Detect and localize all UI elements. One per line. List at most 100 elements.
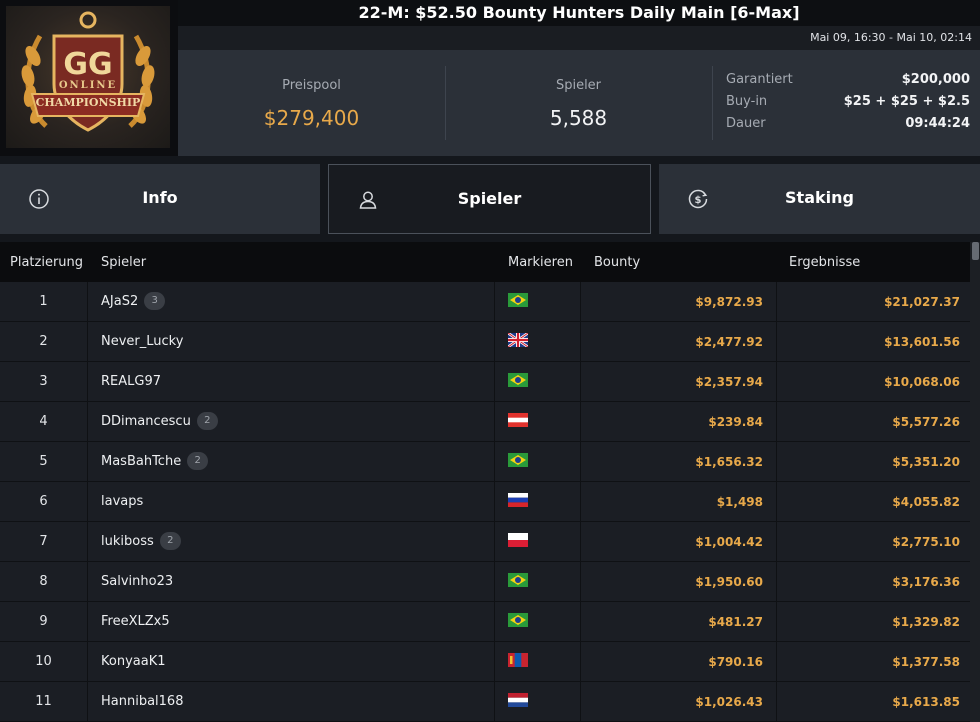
- row-place: 5: [0, 442, 88, 482]
- ggpoker-championship-logo: GG ONLINE CHAMPIONSHIP: [0, 0, 178, 156]
- logo-championship-text: CHAMPIONSHIP: [35, 96, 141, 109]
- row-player-name: REALG97: [101, 374, 161, 389]
- mongolia-flag-icon: [508, 653, 528, 667]
- row-player-name: AJaS2: [101, 294, 139, 309]
- row-mark-cell: [495, 442, 581, 482]
- row-bounty: $1,950.60: [581, 562, 777, 602]
- detail-row-guaranteed: Garantiert $200,000: [726, 72, 970, 94]
- row-bounty: $2,477.92: [581, 322, 777, 362]
- table-row[interactable]: 6 lavaps $1,498 $4,055.82: [0, 482, 970, 522]
- row-player-cell[interactable]: Hannibal168: [88, 682, 495, 722]
- tab-players-label: Spieler: [457, 189, 522, 208]
- row-mark-cell: [495, 602, 581, 642]
- table-row[interactable]: 11 Hannibal168 $1,026.43 $1,613.85: [0, 682, 970, 722]
- brazil-flag-icon: [508, 453, 528, 467]
- tournament-title: 22-M: $52.50 Bounty Hunters Daily Main […: [178, 0, 980, 26]
- row-result: $3,176.36: [892, 575, 960, 589]
- row-result: $21,027.37: [884, 295, 960, 309]
- column-header-bounty[interactable]: Bounty: [594, 255, 640, 270]
- scrollbar[interactable]: [970, 242, 980, 722]
- table-row[interactable]: 8 Salvinho23 $1,950.60 $3,176.36: [0, 562, 970, 602]
- row-bounty: $1,656.32: [581, 442, 777, 482]
- row-mark-cell: [495, 642, 581, 682]
- uk-flag-icon: [508, 333, 528, 347]
- table-row[interactable]: 1 AJaS2 3 $9,872.93 $21,027.37: [0, 282, 970, 322]
- row-player-cell[interactable]: lavaps: [88, 482, 495, 522]
- table-row[interactable]: 4 DDimancescu 2 $239.84 $5,577.26: [0, 402, 970, 442]
- row-bounty: $1,026.43: [581, 682, 777, 722]
- detail-value: $200,000: [901, 72, 970, 87]
- tournament-dates: Mai 09, 16:30 - Mai 10, 02:14: [178, 26, 980, 50]
- detail-label: Buy-in: [726, 94, 768, 109]
- row-place: 4: [0, 402, 88, 442]
- row-player-name: DDimancescu: [101, 414, 191, 429]
- row-mark-cell: [495, 322, 581, 362]
- row-place: 8: [0, 562, 88, 602]
- row-player-cell[interactable]: MasBahTche 2: [88, 442, 495, 482]
- row-player-name: MasBahTche: [101, 454, 182, 469]
- row-result: $1,329.82: [892, 615, 960, 629]
- brazil-flag-icon: [508, 573, 528, 587]
- tab-staking-label: Staking: [785, 188, 854, 207]
- row-place: 9: [0, 602, 88, 642]
- table-row[interactable]: 5 MasBahTche 2 $1,656.32 $5,351.20: [0, 442, 970, 482]
- row-bounty: $9,872.93: [581, 282, 777, 322]
- entries-badge: 3: [144, 291, 166, 310]
- row-player-cell[interactable]: DDimancescu 2: [88, 402, 495, 442]
- players-stat: Spieler 5,588: [445, 50, 712, 156]
- table-row[interactable]: 3 REALG97 $2,357.94 $10,068.06: [0, 362, 970, 402]
- table-row[interactable]: 10 KonyaaK1 $790.16 $1,377.58: [0, 642, 970, 682]
- table-row[interactable]: 2 Never_Lucky $2,477.92 $13,601.56: [0, 322, 970, 362]
- tab-bar: Info Spieler $ Staking: [0, 156, 980, 242]
- entries-badge: 2: [159, 531, 181, 550]
- poland-flag-icon: [508, 533, 528, 547]
- tab-staking[interactable]: $ Staking: [659, 164, 980, 234]
- row-place: 2: [0, 322, 88, 362]
- tab-info[interactable]: Info: [0, 164, 320, 234]
- entries-badge: 2: [196, 411, 218, 430]
- tournament-stats-panel: Preispool $279,400 Spieler 5,588 Garanti…: [178, 50, 980, 156]
- row-place: 3: [0, 362, 88, 402]
- row-player-cell[interactable]: FreeXLZx5: [88, 602, 495, 642]
- table-row[interactable]: 9 FreeXLZx5 $481.27 $1,329.82: [0, 602, 970, 642]
- stats-divider: [712, 66, 713, 140]
- players-value: 5,588: [549, 106, 608, 130]
- row-mark-cell: [495, 362, 581, 402]
- row-player-name: lukiboss: [101, 534, 154, 549]
- row-result: $1,613.85: [892, 695, 960, 709]
- row-player-cell[interactable]: Salvinho23: [88, 562, 495, 602]
- row-bounty: $481.27: [581, 602, 777, 642]
- tab-players[interactable]: Spieler: [328, 164, 651, 234]
- row-result: $5,351.20: [892, 455, 960, 469]
- row-player-name: Salvinho23: [101, 574, 174, 589]
- row-place: 11: [0, 682, 88, 722]
- row-player-cell[interactable]: KonyaaK1: [88, 642, 495, 682]
- column-header-place[interactable]: Platzierung: [10, 255, 83, 270]
- row-result: $13,601.56: [884, 335, 960, 349]
- prizepool-stat: Preispool $279,400: [178, 50, 445, 156]
- column-header-player[interactable]: Spieler: [101, 255, 146, 270]
- row-place: 1: [0, 282, 88, 322]
- row-player-cell[interactable]: Never_Lucky: [88, 322, 495, 362]
- row-bounty: $239.84: [581, 402, 777, 442]
- austria-flag-icon: [508, 413, 528, 427]
- column-header-mark[interactable]: Markieren: [508, 255, 573, 270]
- prizepool-label: Preispool: [282, 78, 341, 93]
- table-row[interactable]: 7 lukiboss 2 $1,004.42 $2,775.10: [0, 522, 970, 562]
- row-mark-cell: [495, 282, 581, 322]
- row-player-name: FreeXLZx5: [101, 614, 170, 629]
- row-player-name: Never_Lucky: [101, 334, 184, 349]
- scrollbar-thumb[interactable]: [972, 242, 979, 260]
- row-player-cell[interactable]: lukiboss 2: [88, 522, 495, 562]
- logo-online-text: ONLINE: [58, 80, 118, 91]
- detail-value: $25 + $25 + $2.5: [843, 94, 970, 109]
- row-player-cell[interactable]: AJaS2 3: [88, 282, 495, 322]
- row-mark-cell: [495, 522, 581, 562]
- row-place: 7: [0, 522, 88, 562]
- brazil-flag-icon: [508, 293, 528, 307]
- row-mark-cell: [495, 682, 581, 722]
- row-player-cell[interactable]: REALG97: [88, 362, 495, 402]
- row-player-name: lavaps: [101, 494, 144, 509]
- column-header-results[interactable]: Ergebnisse: [789, 255, 860, 270]
- row-mark-cell: [495, 402, 581, 442]
